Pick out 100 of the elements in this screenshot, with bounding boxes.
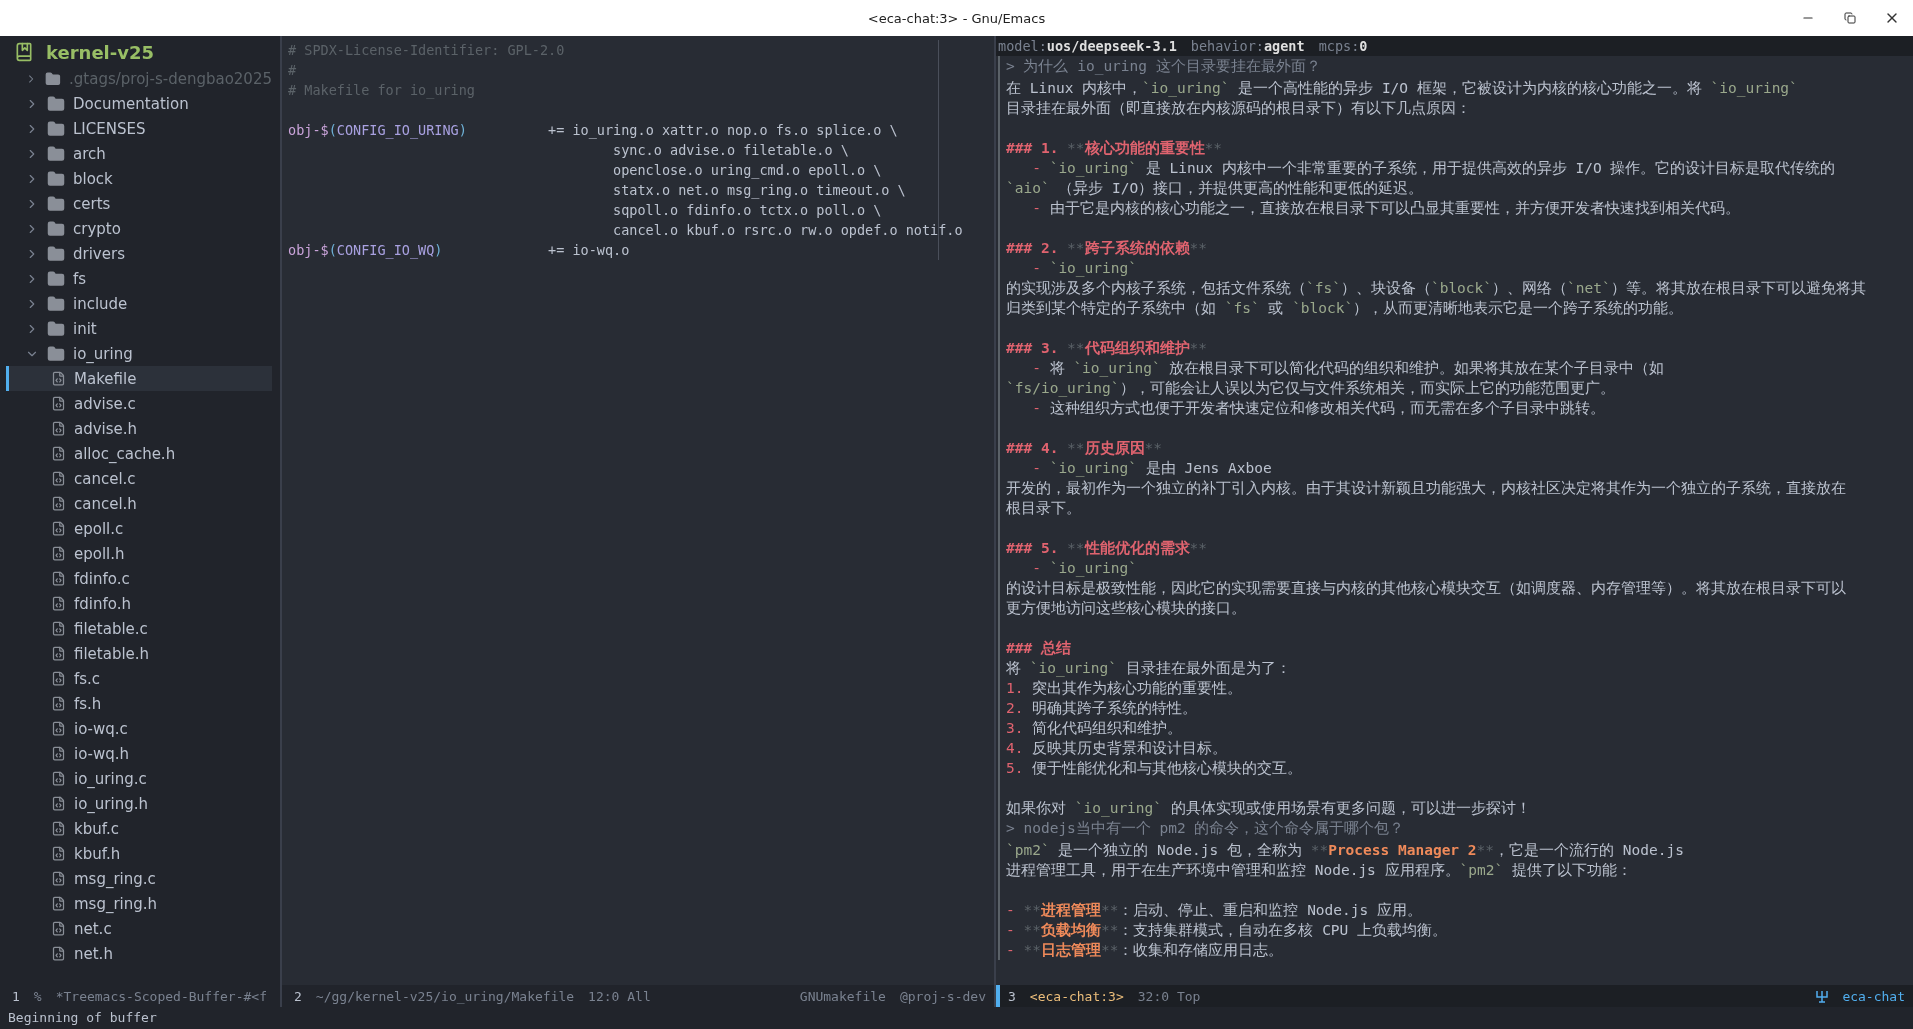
markdown-heading: ### 5. **性能优化的需求** <box>1006 539 1209 558</box>
tree-item[interactable]: io_uring.h <box>6 791 272 816</box>
window-title: <eca-chat:3> - Gnu/Emacs <box>867 10 1046 26</box>
folder-icon <box>45 69 62 88</box>
file-code-icon <box>51 446 66 461</box>
tree-item[interactable]: filetable.h <box>6 641 272 666</box>
tree-item[interactable]: io-wq.h <box>6 741 272 766</box>
book-icon <box>14 42 34 62</box>
chat-text: 目录挂在最外面（即直接放在内核源码的根目录下）有以下几点原因： <box>1006 99 1472 118</box>
chat-text: 进程管理工具，用于在生产环境中管理和监控 Node.js 应用程序。`pm2` 提供了以下功能： <box>1006 861 1633 880</box>
chat-text: `pm2` 是一个独立的 Node.js 包，全称为 **Process Manager 2**，它是一个流行的 Node.js <box>1006 841 1685 860</box>
chat-text: - 将 `io_uring` 放在根目录下可以简化代码的组织和维护。如果将其放在某个子目录中（如 <box>1031 359 1666 378</box>
tree-item[interactable]: net.h <box>6 941 272 966</box>
tree-item[interactable]: block <box>6 166 272 191</box>
folder-icon <box>47 294 65 313</box>
folder-icon <box>47 219 65 238</box>
tree-item[interactable]: msg_ring.h <box>6 891 272 916</box>
tree-item[interactable]: arch <box>6 141 272 166</box>
tree-item[interactable]: io_uring <box>6 341 272 366</box>
cursor-position: 12:0 All <box>588 988 651 1004</box>
markdown-heading: ### 总结 <box>1006 639 1072 658</box>
file-code-icon <box>51 721 66 736</box>
file-code-icon <box>51 396 66 411</box>
chat-text: - `io_uring` <box>1031 559 1138 578</box>
tree-item[interactable]: certs <box>6 191 272 216</box>
header-field: behavior:agent <box>1190 36 1305 56</box>
major-mode: GNUmakefile <box>799 988 886 1004</box>
folder-icon <box>47 244 65 263</box>
chat-text: 在 Linux 内核中，`io_uring` 是一个高性能的异步 I/O 框架，它被设计为内核的核心功能之一。将 `io_uring` <box>1006 79 1799 98</box>
markdown-heading: ### 4. **历史原因** <box>1006 439 1164 458</box>
tree-item[interactable]: fs.c <box>6 666 272 691</box>
restore-icon <box>1844 12 1856 24</box>
tree-item[interactable]: net.c <box>6 916 272 941</box>
window-number: 1 <box>12 988 20 1004</box>
tree-item[interactable]: advise.h <box>6 416 272 441</box>
file-code-icon <box>51 921 66 936</box>
chat-text: 5. 便于性能优化和与其他核心模块的交互。 <box>1006 759 1304 778</box>
tree-item[interactable]: fs <box>6 266 272 291</box>
tree-item[interactable]: msg_ring.c <box>6 866 272 891</box>
tree-item[interactable]: filetable.c <box>6 616 272 641</box>
chat-text: 如果你对 `io_uring` 的具体实现或使用场景有更多问题，可以进一步探讨！ <box>1006 799 1532 818</box>
folder-icon <box>47 319 65 338</box>
user-prompt: > 为什么 io_uring 这个目录要挂在最外面？ <box>1006 57 1322 76</box>
tree-item[interactable]: kbuf.h <box>6 841 272 866</box>
file-code-icon <box>51 421 66 436</box>
file-code-icon <box>51 846 66 861</box>
tree-item[interactable]: cancel.c <box>6 466 272 491</box>
chat-text: 1. 突出其作为核心功能的重要性。 <box>1006 679 1244 698</box>
tree-item[interactable]: include <box>6 291 272 316</box>
chat-text: 3. 简化代码组织和维护。 <box>1006 719 1184 738</box>
file-code-icon <box>51 371 66 386</box>
cursor-position: 32:0 Top <box>1137 988 1201 1004</box>
tree-item[interactable]: alloc_cache.h <box>6 441 272 466</box>
tree-item[interactable]: crypto <box>6 216 272 241</box>
chat-text: - 由于它是内核的核心功能之一，直接放在根目录下可以凸显其重要性，并方便开发者快速找到相关代码。 <box>1031 199 1741 218</box>
markdown-heading: ### 3. **代码组织和维护** <box>1006 339 1209 358</box>
tree-item[interactable]: Makefile <box>6 366 272 391</box>
chat-text: 的设计目标是极致性能，因此它的实现需要直接与内核的其他核心模块交互（如调度器、内存管理等）。将其放在根目录下可以 <box>1006 579 1847 598</box>
file-code-icon <box>51 821 66 836</box>
chat-text: - `io_uring` 是由 Jens Axboe <box>1031 459 1273 478</box>
user-prompt: > nodejs当中有一个 pm2 的命令，这个命令属于哪个包？ <box>1006 819 1406 838</box>
tree-item[interactable]: fdinfo.c <box>6 566 272 591</box>
file-code-icon <box>51 496 66 511</box>
chat-text: 更方便地访问这些核心模块的接口。 <box>1006 599 1247 618</box>
chat-text: 4. 反映其历史背景和设计目标。 <box>1006 739 1229 758</box>
tree-item[interactable]: epoll.h <box>6 541 272 566</box>
tree-item[interactable]: drivers <box>6 241 272 266</box>
tree-item[interactable]: init <box>6 316 272 341</box>
modified-indicator: % <box>33 988 42 1004</box>
folder-icon <box>47 344 65 363</box>
chat-text: - **负载均衡**：支持集群模式，自动在多核 CPU 上负载均衡。 <box>1006 921 1449 940</box>
tree-item[interactable]: io-wq.c <box>6 716 272 741</box>
file-code-icon <box>51 896 66 911</box>
folder-icon <box>47 119 65 138</box>
chat-text: - **日志管理**：收集和存储应用日志。 <box>1006 941 1285 960</box>
chat-text: 的实现涉及多个内核子系统，包括文件系统（`fs`）、块设备（`block`）、网络（`net`）等。将其放在根目录下可以避免将其 <box>1006 279 1867 298</box>
tree-item[interactable]: kbuf.c <box>6 816 272 841</box>
tree-item[interactable]: LICENSES <box>6 116 272 141</box>
chat-text: 根目录下。 <box>1006 499 1082 518</box>
file-code-icon <box>51 621 66 636</box>
tree-item[interactable]: epoll.c <box>6 516 272 541</box>
major-mode: eca-chat <box>1842 988 1905 1004</box>
chat-text: 归类到某个特定的子系统中（如 `fs` 或 `block`），从而更清晰地表示它是一个跨子系统的功能。 <box>1006 299 1685 318</box>
chat-text: 2. 明确其跨子系统的特性。 <box>1006 699 1199 718</box>
tree-item[interactable]: Documentation <box>6 91 272 116</box>
tree-item[interactable]: io_uring.c <box>6 766 272 791</box>
header-field: model:uos/deepseek-3.1 <box>998 36 1177 56</box>
buffer-name: *Treemacs-Scoped-Buffer-#<f <box>55 988 267 1004</box>
chat-text: 将 `io_uring` 目录挂在最外面是为了： <box>1006 659 1292 678</box>
echo-area-message: Beginning of buffer <box>8 1010 157 1025</box>
window-number: 3 <box>1008 988 1016 1004</box>
file-code-icon <box>51 771 66 786</box>
folder-icon <box>47 194 65 213</box>
tree-item[interactable]: fs.h <box>6 691 272 716</box>
file-code-icon <box>51 671 66 686</box>
file-code-icon <box>51 646 66 661</box>
tree-item[interactable]: cancel.h <box>6 491 272 516</box>
tree-item[interactable]: fdinfo.h <box>6 591 272 616</box>
tree-item[interactable]: advise.c <box>6 391 272 416</box>
chat-text: 开发的，最初作为一个独立的补丁引入内核。由于其设计新颖且功能强大，内核社区决定将其作为一个独立的子系统，直接放在 <box>1006 479 1847 498</box>
